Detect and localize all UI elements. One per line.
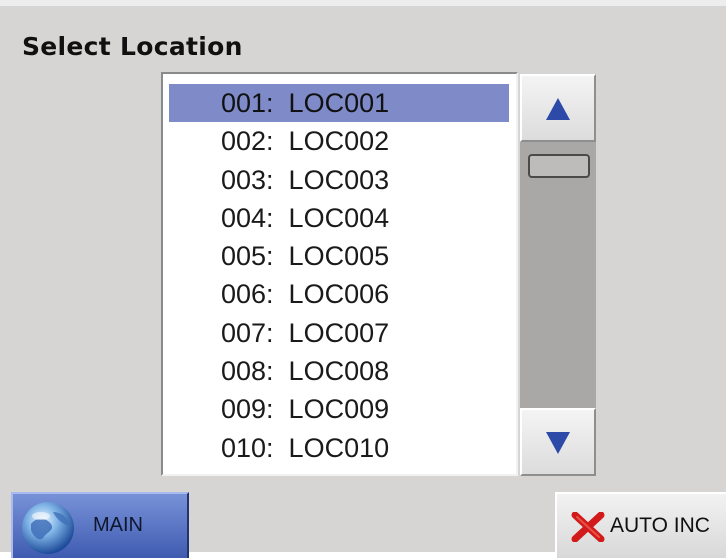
scroll-up-button[interactable] (520, 74, 596, 142)
scrollbar-thumb[interactable] (528, 154, 590, 178)
page-title: Select Location (22, 32, 243, 61)
location-item[interactable]: 002: LOC002 (169, 122, 509, 160)
location-item[interactable]: 010: LOC010 (169, 429, 509, 467)
auto-inc-button-label: AUTO INC (610, 514, 710, 537)
main-button[interactable]: MAIN (11, 492, 189, 558)
globe-icon (22, 502, 74, 554)
scroll-down-button[interactable] (520, 408, 596, 476)
location-item[interactable]: 005: LOC005 (169, 237, 509, 275)
main-button-label: MAIN (93, 514, 143, 536)
location-item[interactable]: 008: LOC008 (169, 352, 509, 390)
arrow-up-icon (546, 98, 570, 120)
location-list: 001: LOC001 002: LOC002 003: LOC003 004: LO… (169, 84, 509, 467)
location-listbox[interactable]: 001: LOC001 002: LOC002 003: LOC003 004: LO… (161, 72, 518, 476)
arrow-down-icon (546, 432, 570, 454)
location-item[interactable]: 004: LOC004 (169, 199, 509, 237)
auto-inc-button[interactable]: AUTO INC (555, 492, 726, 558)
select-location-screen: Select Location 001: LOC001 002: LOC002 00… (0, 0, 726, 558)
location-item-selected[interactable]: 001: LOC001 (169, 84, 509, 123)
location-item[interactable]: 009: LOC009 (169, 390, 509, 428)
location-item[interactable]: 003: LOC003 (169, 161, 509, 199)
red-x-icon (571, 512, 605, 542)
location-item[interactable]: 006: LOC006 (169, 275, 509, 313)
list-scrollbar[interactable] (520, 74, 596, 476)
location-item[interactable]: 007: LOC007 (169, 314, 509, 352)
